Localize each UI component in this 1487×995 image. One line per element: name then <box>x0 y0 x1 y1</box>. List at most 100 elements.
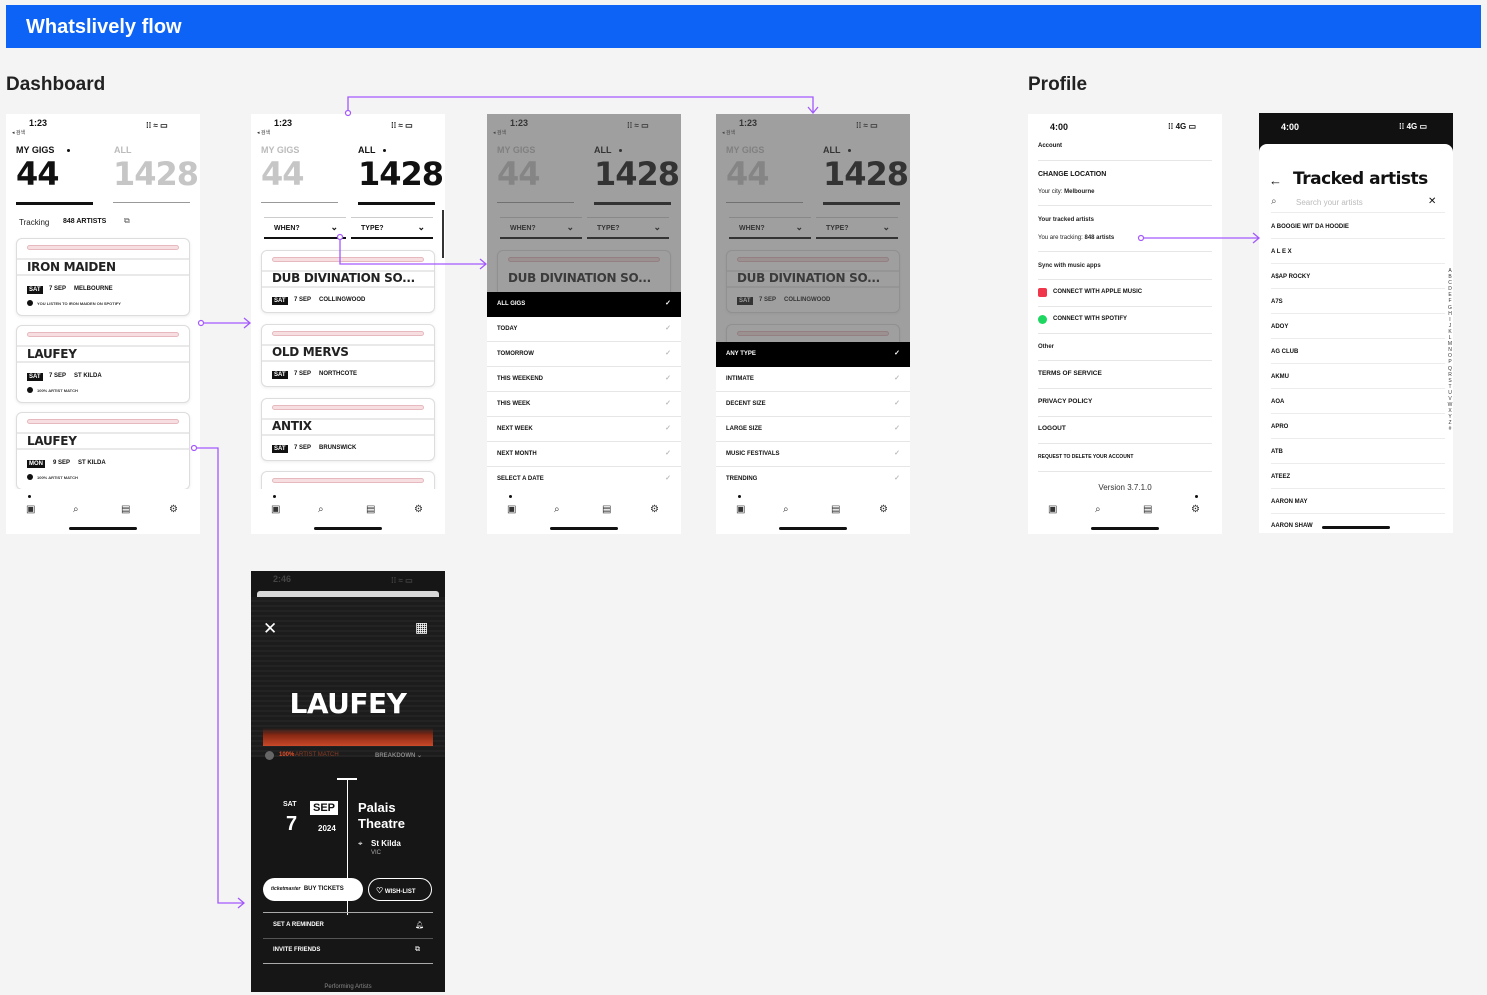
my-gigs-label[interactable]: MY GIGS <box>261 145 299 155</box>
all-label[interactable]: ALL <box>114 145 132 155</box>
set-reminder-button[interactable]: SET A REMINDER <box>273 922 324 928</box>
scrollbar[interactable] <box>442 210 444 258</box>
menu-item-next-week[interactable]: NEXT WEEK ✓ <box>487 417 681 442</box>
menu-item-this-weekend[interactable]: THIS WEEKEND ✓ <box>487 367 681 392</box>
menu-item-all-gigs[interactable]: ALL GIGS ✓ <box>487 292 681 317</box>
search-icon[interactable]: ⌕ <box>554 504 560 515</box>
edit-icon[interactable]: ⧉ <box>124 216 130 226</box>
menu-item-large-size[interactable]: LARGE SIZE ✓ <box>716 417 910 442</box>
search-icon[interactable]: ⌕ <box>1095 504 1101 515</box>
menu-item-music-festivals[interactable]: MUSIC FESTIVALS ✓ <box>716 442 910 467</box>
artist-row[interactable]: ADOY <box>1271 324 1288 330</box>
tracking-label: You are tracking: <box>1038 235 1083 241</box>
calendar-icon[interactable]: ▤ <box>366 504 375 515</box>
artist-row[interactable]: APRO <box>1271 424 1288 430</box>
artist-row[interactable]: A L E X <box>1271 249 1292 255</box>
status-icons: ⁞⁞ ≈ ▭ <box>391 121 413 130</box>
back-link[interactable]: ◂ 검색 <box>12 129 25 136</box>
back-arrow-icon[interactable]: ← <box>1269 173 1282 188</box>
artist-row[interactable]: ATB <box>1271 449 1283 455</box>
terms-link[interactable]: TERMS OF SERVICE <box>1038 370 1212 377</box>
close-icon[interactable]: ✕ <box>263 619 277 639</box>
back-link[interactable]: ◂ 검색 <box>257 129 270 136</box>
artist-row[interactable]: AG CLUB <box>1271 349 1298 355</box>
status-time: 4:00 <box>1281 122 1300 132</box>
gig-note: 100% ARTIST MATCH <box>37 388 78 393</box>
gear-icon[interactable]: ⚙ <box>650 504 659 515</box>
artist-row[interactable]: A7S <box>1271 299 1283 305</box>
home-icon[interactable]: ▣ <box>1048 504 1057 515</box>
breakdown-toggle[interactable]: BREAKDOWN ⌄ <box>375 752 422 759</box>
buy-tickets-button[interactable]: ticketmaster BUY TICKETS <box>263 878 363 901</box>
search-icon[interactable]: ⌕ <box>783 504 789 515</box>
gear-icon[interactable]: ⚙ <box>1191 504 1200 515</box>
alphabet-index[interactable]: A B C D E F G H I J K L M N O P Q R S T U V W X Y Z # <box>1447 268 1453 433</box>
chevron-down-icon: ⌄ <box>417 222 425 232</box>
calendar-icon[interactable]: ▤ <box>121 504 130 515</box>
tab-underline-inactive <box>113 202 190 203</box>
status-icons: ⁞⁞ 4G ▭ <box>1399 122 1428 131</box>
search-input[interactable]: Search your artists <box>1296 198 1363 207</box>
day-tag: SAT <box>272 297 288 305</box>
section-label-dashboard: Dashboard <box>6 74 106 95</box>
search-icon[interactable]: ⌕ <box>318 504 324 515</box>
wish-list-button[interactable]: ♡ WISH-LIST <box>368 878 432 901</box>
search-icon[interactable]: ⌕ <box>73 504 79 515</box>
artist-row[interactable]: AARON MAY <box>1271 499 1307 505</box>
tracking-row[interactable]: You are tracking: 848 artists <box>1038 235 1114 241</box>
menu-item-today[interactable]: TODAY ✓ <box>487 317 681 342</box>
menu-item-any-type[interactable]: ANY TYPE ✓ <box>716 342 910 367</box>
share-icon[interactable]: ⧉ <box>415 946 420 954</box>
home-icon[interactable]: ▣ <box>26 504 35 515</box>
gear-icon[interactable]: ⚙ <box>169 504 178 515</box>
tracking-count[interactable]: 848 ARTISTS <box>63 218 106 225</box>
calendar-icon[interactable]: ▤ <box>602 504 611 515</box>
network-label: 4G <box>1406 122 1418 131</box>
connect-apple-music[interactable]: CONNECT WITH APPLE MUSIC <box>1053 289 1212 295</box>
menu-item-next-month[interactable]: NEXT MONTH ✓ <box>487 442 681 467</box>
calendar-icon[interactable]: ▤ <box>831 504 840 515</box>
connect-spotify[interactable]: CONNECT WITH SPOTIFY <box>1053 316 1212 322</box>
gig-card[interactable]: LAUFEY MON 9 SEP ST KILDA 100% ARTIST MA… <box>16 412 190 490</box>
when-filter[interactable]: WHEN? ⌄ <box>264 217 346 239</box>
type-filter[interactable]: TYPE? ⌄ <box>351 217 433 239</box>
nav-active-dot <box>509 495 512 498</box>
menu-item-intimate[interactable]: INTIMATE ✓ <box>716 367 910 392</box>
artist-row[interactable]: A BOOGIE WIT DA HOODIE <box>1271 224 1349 230</box>
calendar-icon[interactable]: ▤ <box>1143 504 1152 515</box>
bell-icon[interactable]: 🔔︎ <box>415 921 424 929</box>
day-tag: SAT <box>272 371 288 379</box>
add-calendar-icon[interactable]: ▦ <box>415 619 428 636</box>
my-gigs-label[interactable]: MY GIGS <box>16 145 54 155</box>
delete-account-link[interactable]: REQUEST TO DELETE YOUR ACCOUNT <box>1038 454 1212 460</box>
menu-item-tomorrow[interactable]: TOMORROW ✓ <box>487 342 681 367</box>
gig-card[interactable]: OLD MERVS SAT 7 SEP NORTHCOTE <box>261 324 435 387</box>
privacy-link[interactable]: PRIVACY POLICY <box>1038 398 1212 405</box>
invite-friends-button[interactable]: INVITE FRIENDS <box>273 947 320 953</box>
menu-item-decent-size[interactable]: DECENT SIZE ✓ <box>716 392 910 417</box>
alphabet-letter[interactable]: # <box>1447 426 1453 432</box>
card-image-strip <box>27 245 179 250</box>
home-icon[interactable]: ▣ <box>271 504 280 515</box>
artist-row[interactable]: ATEEZ <box>1271 474 1290 480</box>
gear-icon[interactable]: ⚙ <box>414 504 423 515</box>
menu-item-this-week[interactable]: THIS WEEK ✓ <box>487 392 681 417</box>
divider <box>17 274 189 276</box>
artist-row[interactable]: AKMU <box>1271 374 1289 380</box>
artist-row[interactable]: AARON SHAW <box>1271 523 1313 529</box>
all-label[interactable]: ALL <box>358 145 376 155</box>
gig-card[interactable]: LAUFEY SAT 7 SEP ST KILDA 100% ARTIST MA… <box>16 325 190 403</box>
close-icon[interactable]: ✕ <box>1428 196 1436 207</box>
gig-card[interactable]: DUB DIVINATION SO... SAT 7 SEP COLLINGWO… <box>261 250 435 313</box>
divider <box>1038 251 1212 252</box>
home-icon[interactable]: ▣ <box>736 504 745 515</box>
divider <box>1038 443 1212 444</box>
artist-row[interactable]: A$AP ROCKY <box>1271 274 1310 280</box>
home-icon[interactable]: ▣ <box>507 504 516 515</box>
change-location-link[interactable]: CHANGE LOCATION <box>1038 171 1212 178</box>
gig-card[interactable]: IRON MAIDEN SAT 7 SEP MELBOURNE YOU LIST… <box>16 238 190 316</box>
logout-button[interactable]: LOGOUT <box>1038 425 1212 432</box>
gig-card[interactable]: ANTIX SAT 7 SEP BRUNSWICK <box>261 398 435 461</box>
artist-row[interactable]: AOA <box>1271 399 1284 405</box>
gear-icon[interactable]: ⚙ <box>879 504 888 515</box>
